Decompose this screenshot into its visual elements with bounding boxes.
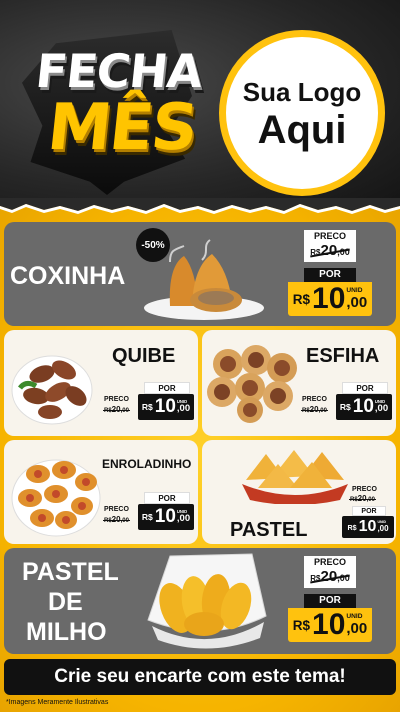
price-block: PRECO R$20,00 POR R$ 10 UNID ,00 <box>342 486 394 538</box>
old-price-currency: R$ <box>350 497 358 503</box>
strike-line <box>103 520 130 521</box>
por-label: POR <box>304 594 356 608</box>
preco-label: PRECO <box>104 396 129 403</box>
disclaimer-text: *Imagens Meramente Ilustrativas <box>6 699 109 706</box>
old-price: R$20,00 <box>103 406 130 414</box>
new-price: R$ 10 UNID ,00 <box>342 516 394 538</box>
por-label: POR <box>342 382 388 394</box>
esfiha-image <box>207 345 297 423</box>
price-cents: ,00 <box>176 403 191 415</box>
price-block: PRECO R$ 20 ,00 POR R$ 10 UNID ,00 <box>288 556 372 642</box>
product-card-pastel-de-milho[interactable]: PASTEL DE MILHO PRECO R$ 20 ,00 POR R$ 1… <box>4 548 396 654</box>
preco-label: PRECO <box>104 506 129 513</box>
price-cents: ,00 <box>374 403 389 415</box>
product-card-enroladinho[interactable]: ENROLADINHO POR PRECO R$20,00 R$ 10 UNID… <box>4 440 198 544</box>
price-value: 10 <box>312 282 346 315</box>
new-price: R$ 10 UNID ,00 <box>336 394 392 420</box>
preco-label: PRECO <box>304 556 356 568</box>
price-currency: R$ <box>292 291 311 307</box>
por-label: POR <box>352 506 386 516</box>
product-name: ENROLADINHO <box>102 457 192 471</box>
old-price-currency: R$ <box>104 408 112 414</box>
por-label: POR <box>144 492 190 504</box>
torn-paper-edge <box>0 198 400 214</box>
product-name-line1: PASTEL <box>22 558 119 586</box>
strike-line <box>349 499 376 500</box>
product-name-line2: DE <box>48 588 83 616</box>
old-price: R$ 20 ,00 <box>304 242 356 262</box>
product-card-quibe[interactable]: QUIBE POR PRECO R$20,00 R$ 10 UNID ,00 <box>4 330 198 436</box>
product-card-coxinha[interactable]: COXINHA -50% PRECO R$ 20 ,00 POR R$ 10 U… <box>4 222 396 326</box>
old-price-cents: ,00 <box>318 408 327 414</box>
price-value: 10 <box>154 506 176 527</box>
por-label: POR <box>304 268 356 282</box>
pastel-de-milho-image <box>147 553 267 649</box>
old-price-cents: ,00 <box>120 408 129 414</box>
price-cents: ,00 <box>346 619 368 637</box>
price-currency: R$ <box>141 512 153 522</box>
product-card-esfiha[interactable]: ESFIHA POR PRECO R$20,00 R$ 10 UNID ,00 <box>202 330 396 436</box>
price-currency: R$ <box>347 522 357 532</box>
old-price: R$20,00 <box>301 406 328 414</box>
pastel-image <box>242 450 348 504</box>
cta-banner[interactable]: Crie seu encarte com este tema! <box>4 659 396 695</box>
header-banner: FECHA MÊS Sua Logo Aqui <box>0 0 400 208</box>
por-label: POR <box>144 382 190 394</box>
enroladinho-image <box>11 459 101 537</box>
logo-text-line2: Aqui <box>257 107 347 152</box>
price-currency: R$ <box>292 617 311 633</box>
old-price-currency: R$ <box>104 518 112 524</box>
price-currency: R$ <box>339 402 351 412</box>
price-block: POR PRECO R$20,00 R$ 10 UNID ,00 <box>300 382 392 424</box>
old-price-currency: R$ <box>302 408 310 414</box>
price-cents: ,00 <box>176 513 191 525</box>
old-price: R$20,00 <box>349 495 376 503</box>
old-price-cents: ,00 <box>366 497 375 503</box>
old-price: R$20,00 <box>103 516 130 524</box>
product-name-line3: MILHO <box>26 618 107 646</box>
product-name: ESFIHA <box>306 345 380 367</box>
title-fecha: FECHA <box>33 44 205 98</box>
price-value: 10 <box>154 396 176 417</box>
price-value: 10 <box>312 608 346 641</box>
old-price-cents: ,00 <box>120 518 129 524</box>
product-card-pastel[interactable]: PASTEL PRECO R$20,00 POR R$ 10 UNID ,00 <box>202 440 396 544</box>
new-price: R$ 10 UNID ,00 <box>288 282 372 316</box>
old-price: R$ 20 ,00 <box>304 568 356 588</box>
title-mes: MÊS <box>44 91 200 165</box>
price-cents: ,00 <box>346 293 368 311</box>
new-price: R$ 10 UNID ,00 <box>138 504 194 530</box>
price-value: 10 <box>358 518 377 535</box>
product-name: PASTEL <box>230 519 308 541</box>
preco-label: PRECO <box>302 396 327 403</box>
new-price: R$ 10 UNID ,00 <box>288 608 372 642</box>
coxinha-image <box>144 239 264 320</box>
strike-line <box>301 410 328 411</box>
preco-label: PRECO <box>304 230 356 242</box>
price-block: POR PRECO R$20,00 R$ 10 UNID ,00 <box>102 382 194 424</box>
new-price: R$ 10 UNID ,00 <box>138 394 194 420</box>
price-cents: ,00 <box>377 523 389 533</box>
product-name: COXINHA <box>10 262 126 290</box>
logo-placeholder[interactable]: Sua Logo Aqui <box>219 30 385 196</box>
price-block: POR PRECO R$20,00 R$ 10 UNID ,00 <box>102 492 194 534</box>
strike-line <box>103 410 130 411</box>
quibe-image <box>11 355 93 425</box>
product-name: QUIBE <box>112 345 176 367</box>
price-value: 10 <box>352 396 374 417</box>
logo-text-line1: Sua Logo <box>242 76 362 107</box>
preco-label: PRECO <box>352 486 377 493</box>
price-currency: R$ <box>141 402 153 412</box>
price-block: PRECO R$ 20 ,00 POR R$ 10 UNID ,00 <box>288 230 372 316</box>
